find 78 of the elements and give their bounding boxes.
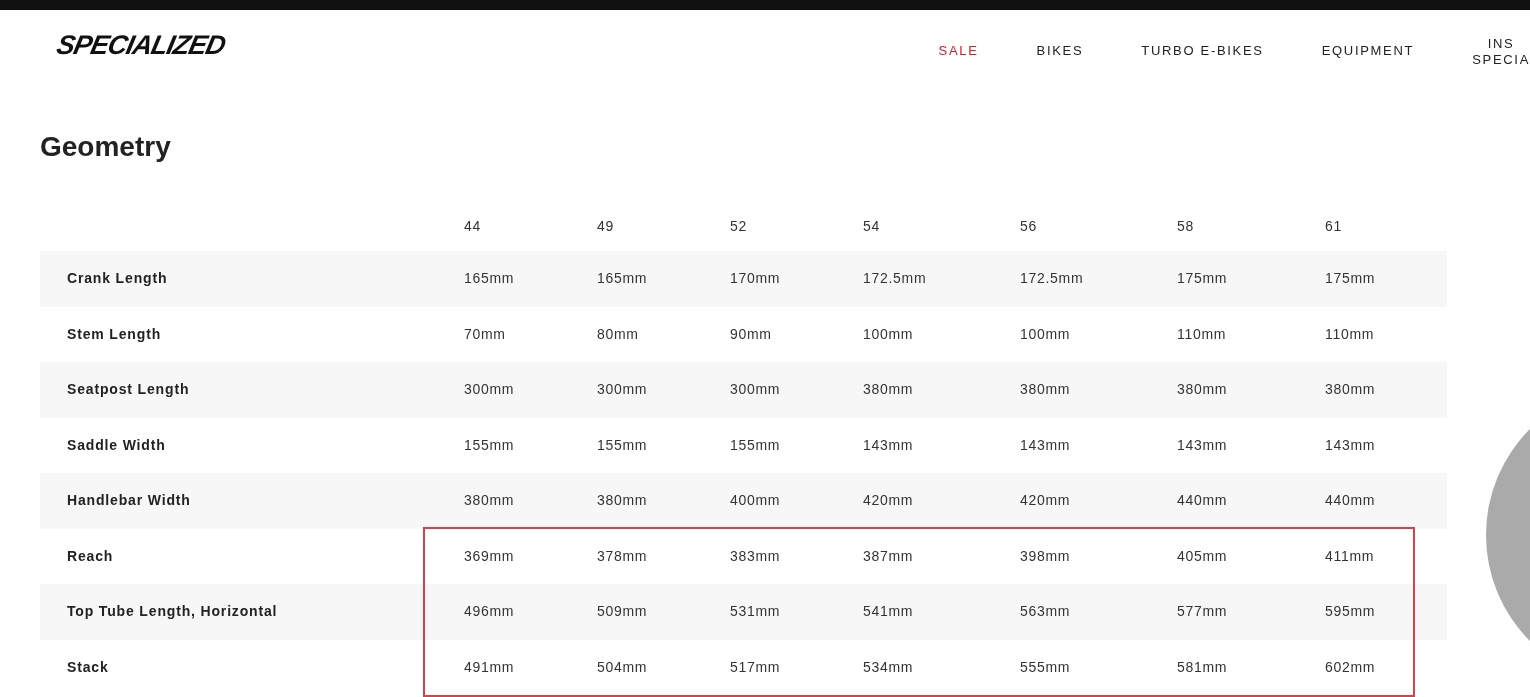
table-cell-text: 175mm bbox=[1325, 269, 1377, 289]
table-cell-text: 398mm bbox=[1020, 546, 1072, 566]
table-cell-text: 165mm bbox=[464, 269, 516, 289]
nav-link[interactable]: TURBO E-BIKES bbox=[1141, 43, 1264, 59]
table-cell-text: 300mm bbox=[730, 380, 782, 400]
column-header: 61 bbox=[1325, 216, 1343, 236]
row-label: Seatpost Length bbox=[66, 380, 191, 400]
table-cell-text: 440mm bbox=[1177, 491, 1229, 511]
table-cell-text: 531mm bbox=[730, 602, 782, 622]
table-cell-text: 378mm bbox=[597, 546, 649, 566]
row-label: Handlebar Width bbox=[66, 491, 192, 511]
table-cell-text: 411mm bbox=[1325, 546, 1376, 566]
nav-link[interactable]: INS SPECIA bbox=[1472, 36, 1530, 68]
table-cell-text: 380mm bbox=[863, 380, 915, 400]
table-cell-text: 170mm bbox=[730, 269, 782, 289]
table-cell-text: 595mm bbox=[1325, 602, 1377, 622]
table-cell-text: 380mm bbox=[464, 491, 516, 511]
table-cell-text: 577mm bbox=[1177, 602, 1229, 622]
table-cell-text: 400mm bbox=[730, 491, 782, 511]
table-cell-text: 110mm bbox=[1177, 324, 1228, 344]
table-cell-text: 300mm bbox=[597, 380, 649, 400]
table-cell-text: 155mm bbox=[464, 435, 516, 455]
row-label: Top Tube Length, Horizontal bbox=[66, 602, 279, 622]
table-cell-text: 541mm bbox=[863, 602, 915, 622]
row-label: Crank Length bbox=[66, 269, 169, 289]
table-cell-text: 143mm bbox=[1020, 435, 1072, 455]
table-cell-text: 155mm bbox=[597, 435, 649, 455]
row-label: Stem Length bbox=[66, 324, 163, 344]
table-cell-text: 110mm bbox=[1325, 324, 1376, 344]
table-cell-text: 172.5mm bbox=[863, 269, 928, 289]
table-cell-text: 581mm bbox=[1177, 657, 1229, 677]
table-cell-text: 405mm bbox=[1177, 546, 1229, 566]
column-header: 52 bbox=[730, 216, 748, 236]
table-cell-text: 563mm bbox=[1020, 602, 1072, 622]
table-cell-text: 143mm bbox=[1177, 435, 1229, 455]
table-cell-text: 555mm bbox=[1020, 657, 1072, 677]
table-cell-text: 491mm bbox=[464, 657, 516, 677]
nav-link[interactable]: SALE bbox=[938, 43, 979, 59]
table-cell-text: 100mm bbox=[863, 324, 915, 344]
column-header: 49 bbox=[597, 216, 615, 236]
column-header: 44 bbox=[464, 216, 482, 236]
table-cell-text: 155mm bbox=[730, 435, 782, 455]
table-cell-text: 143mm bbox=[1325, 435, 1377, 455]
table-cell-text: 504mm bbox=[597, 657, 649, 677]
table-cell-text: 380mm bbox=[1020, 380, 1072, 400]
table-cell-text: 420mm bbox=[863, 491, 915, 511]
table-cell-text: 172.5mm bbox=[1020, 269, 1085, 289]
nav-link[interactable]: BIKES bbox=[1036, 43, 1084, 59]
table-cell-text: 534mm bbox=[863, 657, 915, 677]
table-cell-text: 517mm bbox=[730, 657, 782, 677]
table-cell-text: 380mm bbox=[1325, 380, 1377, 400]
section-title: Geometry bbox=[40, 133, 172, 161]
table-cell-text: 143mm bbox=[863, 435, 915, 455]
nav-link[interactable]: EQUIPMENT bbox=[1321, 43, 1415, 59]
row-label: Saddle Width bbox=[66, 435, 167, 455]
column-header: 56 bbox=[1020, 216, 1038, 236]
row-label: Reach bbox=[66, 546, 115, 566]
table-cell-text: 380mm bbox=[1177, 380, 1229, 400]
table-cell-text: 496mm bbox=[464, 602, 516, 622]
table-cell-text: 300mm bbox=[464, 380, 516, 400]
table-cell-text: 90mm bbox=[730, 324, 773, 344]
table-cell-text: 100mm bbox=[1020, 324, 1072, 344]
logo[interactable]: SPECIALIZED bbox=[54, 32, 228, 59]
table-cell-text: 602mm bbox=[1325, 657, 1377, 677]
table-cell-text: 420mm bbox=[1020, 491, 1072, 511]
table-cell-text: 509mm bbox=[597, 602, 649, 622]
table-cell-text: 383mm bbox=[730, 546, 782, 566]
row-label: Stack bbox=[66, 657, 110, 677]
table-cell-text: 175mm bbox=[1177, 269, 1229, 289]
table-cell-text: 380mm bbox=[597, 491, 649, 511]
table-cell-text: 165mm bbox=[597, 269, 649, 289]
column-header: 54 bbox=[863, 216, 881, 236]
table-cell-text: 80mm bbox=[597, 324, 640, 344]
table-cell-text: 387mm bbox=[863, 546, 915, 566]
table-cell-text: 369mm bbox=[464, 546, 516, 566]
table-cell-text: 440mm bbox=[1325, 491, 1377, 511]
table-cell-text: 70mm bbox=[464, 324, 507, 344]
column-header: 58 bbox=[1177, 216, 1195, 236]
